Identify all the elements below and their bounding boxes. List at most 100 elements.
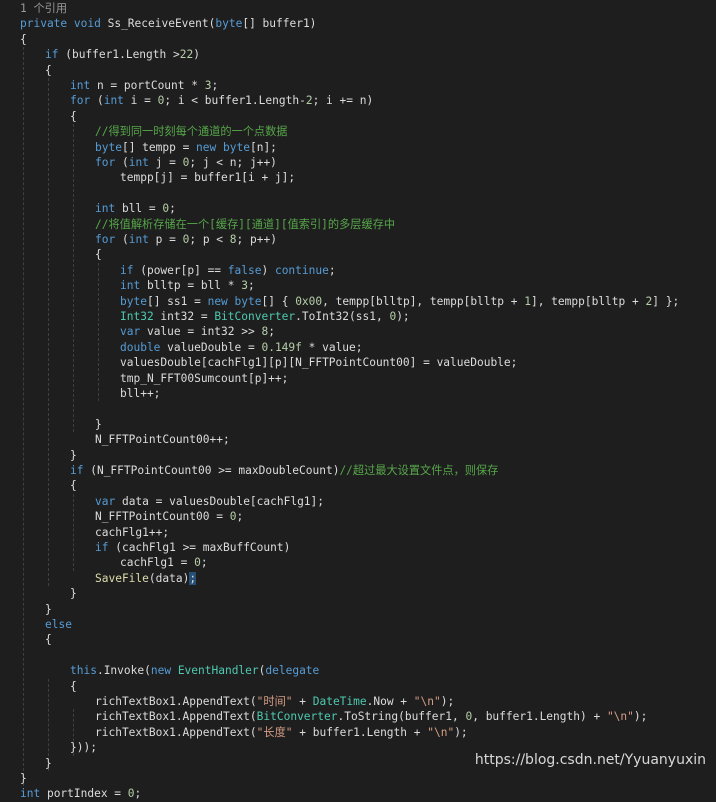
code-token: ; — [236, 510, 244, 524]
code-line[interactable]: if (power[p] == false) continue; — [120, 263, 336, 278]
code-token: 2 — [305, 94, 313, 108]
code-line[interactable]: richTextBox1.AppendText("时间" + DateTime.… — [95, 694, 454, 709]
code-line[interactable]: valuesDouble[cachFlg1][p][N_FFTPointCoun… — [120, 355, 517, 370]
code-token: { — [70, 109, 77, 123]
code-token: n = portCount * — [90, 79, 205, 92]
code-token: ; i += n) — [312, 94, 374, 108]
code-token: //超过最大设置文件点，则保存 — [339, 464, 499, 477]
codelens-reference[interactable]: 1 个引用 — [20, 1, 67, 16]
code-token: .ToInt32(ss1, — [295, 310, 390, 323]
code-token: 1 个引用 — [20, 2, 68, 15]
code-line[interactable]: byte[] tempp = new byte[n]; — [95, 140, 277, 155]
code-token: 0 — [127, 787, 135, 801]
code-token: { — [45, 63, 52, 77]
code-token: if — [120, 263, 134, 277]
code-line[interactable]: } — [70, 448, 77, 463]
code-line[interactable]: } — [70, 586, 77, 601]
code-token: } — [70, 587, 77, 601]
code-line[interactable]: } — [45, 756, 52, 771]
code-line[interactable]: if (buffer1.Length >22) — [45, 47, 200, 62]
code-line[interactable]: { — [45, 63, 52, 78]
code-line[interactable]: private void Ss_ReceiveEvent(byte[] buff… — [20, 16, 316, 31]
code-token: 22 — [179, 48, 194, 62]
code-line[interactable]: var value = int32 >> 8; — [120, 324, 275, 339]
code-token: "\n" — [606, 710, 634, 724]
code-line[interactable]: double valueDouble = 0.149f * value; — [120, 340, 363, 355]
code-token: richTextBox1.AppendText( — [95, 695, 257, 708]
code-token: byte — [223, 140, 250, 154]
code-line[interactable]: { — [20, 32, 27, 47]
code-token: , tempp[blltp], tempp[blltp + — [322, 294, 525, 308]
code-token: richTextBox1.AppendText( — [95, 725, 257, 739]
code-token: ; — [200, 556, 208, 570]
code-token: private — [20, 17, 68, 31]
code-token: if — [95, 541, 109, 554]
code-line[interactable]: for (int p = 0; p < 8; p++) — [95, 232, 277, 247]
code-token: , buffer1.Length) + — [472, 710, 607, 724]
code-line[interactable]: })); — [70, 740, 97, 755]
code-line[interactable]: richTextBox1.AppendText("长度" + buffer1.L… — [95, 725, 468, 740]
code-line[interactable]: byte[] ss1 = new byte[] { 0x00, tempp[bl… — [120, 294, 679, 309]
code-token: .ToString(buffer1, — [337, 710, 466, 724]
code-token: ( — [90, 94, 104, 108]
code-line[interactable]: this.Invoke(new EventHandler(delegate — [70, 663, 319, 678]
code-token: BitConverter — [214, 310, 296, 323]
code-line[interactable]: { — [70, 478, 77, 493]
code-line[interactable]: N_FFTPointCount00 = 0; — [95, 509, 243, 524]
code-line[interactable]: { — [70, 679, 77, 694]
code-line[interactable]: } — [45, 602, 52, 617]
code-line[interactable]: for (int j = 0; j < n; j++) — [95, 155, 277, 170]
code-line[interactable]: Int32 int32 = BitConverter.ToInt32(ss1, … — [120, 309, 410, 324]
code-line[interactable]: } — [20, 771, 27, 786]
code-token: false — [227, 263, 262, 277]
code-token: int — [95, 202, 116, 216]
code-line[interactable]: N_FFTPointCount00++; — [95, 432, 230, 447]
code-token: ); — [633, 710, 648, 724]
code-token: ; j < n; j++) — [189, 156, 277, 169]
code-token: continue — [274, 263, 329, 277]
code-token: SaveFile — [95, 571, 149, 585]
code-line[interactable]: { — [95, 247, 102, 262]
code-token: int — [128, 156, 149, 169]
code-line[interactable]: { — [45, 632, 52, 647]
code-token: BitConverter — [256, 710, 338, 724]
code-line[interactable]: for (int i = 0; i < buffer1.Length-2; i … — [70, 93, 373, 108]
code-line[interactable]: int blltp = bll * 3; — [120, 278, 255, 293]
code-token: { — [20, 32, 27, 46]
code-token: 0 — [194, 556, 201, 570]
code-line[interactable]: tmp_N_FFT00Sumcount[p]++; — [120, 371, 288, 386]
code-token: //将值解析存储在一个[缓存][通道][值索引]的多层缓存中 — [95, 217, 396, 231]
code-line[interactable]: cachFlg1++; — [95, 525, 169, 540]
code-line[interactable]: //将值解析存储在一个[缓存][通道][值索引]的多层缓存中 — [95, 217, 395, 232]
code-line[interactable]: var data = valuesDouble[cachFlg1]; — [95, 494, 324, 509]
code-line[interactable]: } — [95, 417, 102, 432]
code-line[interactable]: int portIndex = 0; — [20, 786, 141, 801]
code-token: ; — [248, 279, 255, 293]
code-line[interactable]: int bll = 0; — [95, 201, 176, 216]
code-line[interactable]: if (cachFlg1 >= maxBuffCount) — [95, 540, 290, 555]
code-line[interactable]: int n = portCount * 3; — [70, 78, 218, 93]
code-line[interactable]: richTextBox1.AppendText(BitConverter.ToS… — [95, 709, 647, 724]
code-line[interactable]: cachFlg1 = 0; — [120, 555, 208, 570]
code-token: Int32 — [120, 310, 154, 323]
code-token: "时间" — [256, 695, 293, 708]
code-token: int — [70, 79, 91, 92]
code-token: for — [95, 233, 116, 246]
code-token: + — [292, 695, 313, 708]
code-line[interactable]: else — [45, 617, 72, 632]
code-editor[interactable]: 1 个引用 private void Ss_ReceiveEvent(byte[]… — [0, 0, 716, 800]
code-token: "长度" — [256, 725, 293, 739]
indent-guide — [73, 124, 74, 433]
code-line[interactable]: //得到同一时刻每个通道的一个点数据 — [95, 124, 287, 139]
code-line[interactable]: { — [70, 109, 77, 124]
code-line[interactable]: SaveFile(data); — [95, 571, 197, 586]
code-token: bll = — [115, 202, 163, 216]
code-line[interactable]: bll++; — [120, 386, 160, 401]
indent-guide — [48, 78, 49, 587]
code-line[interactable]: if (N_FFTPointCount00 >= maxDoubleCount)… — [70, 463, 498, 478]
code-line[interactable]: tempp[j] = buffer1[i + j]; — [120, 170, 295, 185]
code-token: p = — [148, 233, 183, 246]
code-token: ; p++) — [236, 233, 277, 246]
code-token: ); — [396, 310, 410, 323]
